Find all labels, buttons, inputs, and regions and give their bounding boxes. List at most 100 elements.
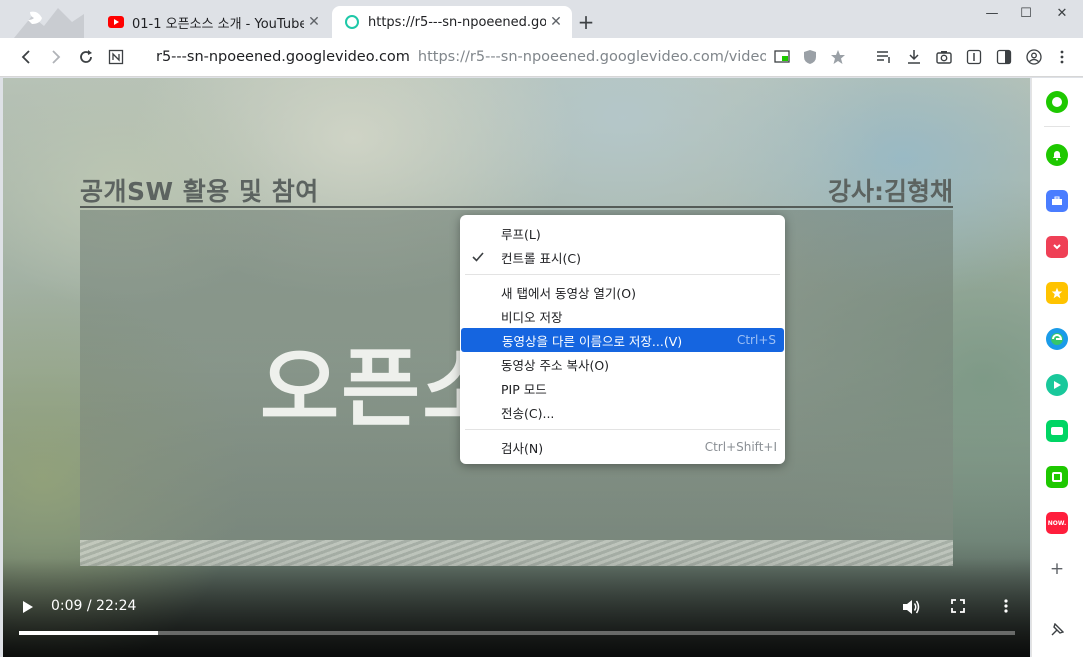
menu-item-label: 비디오 저장 <box>501 309 563 325</box>
menu-item-shortcut: Ctrl+Shift+I <box>704 440 777 454</box>
menu-item-inspect[interactable]: 검사(N) Ctrl+Shift+I <box>460 435 785 459</box>
shield-icon <box>804 50 816 64</box>
plus-icon[interactable]: + <box>1046 558 1068 580</box>
reader-icon <box>966 49 982 65</box>
menu-item-cast[interactable]: 전송(C)... <box>460 400 785 424</box>
naver-icon <box>108 49 124 65</box>
now-icon[interactable]: NOW. <box>1046 512 1068 534</box>
sidebar-divider <box>1044 126 1070 127</box>
pin-icon[interactable] <box>1046 619 1068 641</box>
back-arrow-icon <box>21 50 30 64</box>
progress-bar[interactable] <box>19 631 1015 635</box>
fullscreen-button[interactable] <box>949 597 967 615</box>
controls-overlay <box>3 558 1030 657</box>
menu-item-loop[interactable]: 루프(L) <box>460 221 785 245</box>
sidebar-toggle-button[interactable] <box>992 45 1016 69</box>
pip-icon <box>774 50 790 63</box>
menu-item-shortcut: Ctrl+S <box>736 333 776 347</box>
back-button[interactable] <box>14 45 38 69</box>
forward-arrow-icon <box>52 50 61 64</box>
time-display: 0:09 / 22:24 <box>51 598 137 614</box>
webtoon-icon[interactable] <box>1046 420 1068 442</box>
profile-icon <box>1026 49 1042 65</box>
menu-separator <box>465 274 780 275</box>
green-circle-icon[interactable] <box>1046 91 1068 113</box>
naver-home-button[interactable] <box>104 45 128 69</box>
now-icon-label: NOW. <box>1047 519 1067 527</box>
context-menu: 루프(L) 컨트롤 표시(C) 새 탭에서 동영상 열기(O) 비디오 저장 동… <box>460 215 785 464</box>
menu-item-show-controls[interactable]: 컨트롤 표시(C) <box>460 245 785 269</box>
youtube-icon <box>108 14 124 30</box>
download-icon <box>908 50 920 64</box>
star-icon[interactable] <box>1046 282 1068 304</box>
url-host: r5---sn-npoeened.googlevideo.com <box>156 49 410 65</box>
menu-item-save-video[interactable]: 비디오 저장 <box>460 304 785 328</box>
tab-video[interactable]: https://r5---sn-npoeened.googlevideo.com… <box>332 6 572 38</box>
square-icon[interactable] <box>1046 466 1068 488</box>
tab-youtube[interactable]: 01-1 오픈소스 소개 - YouTube ✕ <box>96 6 330 38</box>
briefcase-icon[interactable] <box>1046 190 1068 212</box>
tab-title: https://r5---sn-npoeened.googlevideo.com… <box>368 14 546 30</box>
menu-item-copy-video-address[interactable]: 동영상 주소 복사(O) <box>460 352 785 376</box>
reload-icon <box>80 50 92 63</box>
checkmark-icon <box>472 252 484 262</box>
profile-button[interactable] <box>1022 45 1046 69</box>
pip-button[interactable] <box>770 45 794 69</box>
download-button[interactable] <box>902 45 926 69</box>
edge-icon[interactable] <box>1046 328 1068 350</box>
new-tab-button[interactable]: + <box>576 10 596 34</box>
more-vert-icon <box>1060 50 1064 64</box>
slide-lecturer: 강사:김형채 <box>828 177 953 206</box>
menu-item-open-in-new-tab[interactable]: 새 탭에서 동영상 열기(O) <box>460 280 785 304</box>
star-icon <box>831 50 845 64</box>
close-icon[interactable]: ✕ <box>304 12 324 32</box>
camera-icon <box>936 51 952 64</box>
tab-strip: 01-1 오픈소스 소개 - YouTube ✕ https://r5---sn… <box>0 0 1083 38</box>
maximize-button[interactable]: ☐ <box>1010 4 1042 24</box>
url-full: https://r5---sn-npoeened.googlevideo.com… <box>417 49 766 65</box>
slide-header: 공개SW 활용 및 참여 강사:김형채 <box>80 172 953 208</box>
menu-item-label: 동영상 주소 복사(O) <box>501 357 610 373</box>
menu-item-pip[interactable]: PIP 모드 <box>460 376 785 400</box>
forward-button[interactable] <box>44 45 68 69</box>
more-vert-icon <box>1004 599 1008 613</box>
menu-item-label: PIP 모드 <box>501 381 547 397</box>
menu-item-save-video-as[interactable]: 동영상을 다른 이름으로 저장...(V) Ctrl+S <box>461 328 784 352</box>
tab-title: 01-1 오픈소스 소개 - YouTube <box>132 16 304 32</box>
sidebar: NOW. + <box>1031 78 1083 657</box>
playlist-icon <box>877 51 890 63</box>
sidebar-icon <box>996 49 1012 65</box>
volume-icon <box>903 600 920 614</box>
play-icon[interactable] <box>1046 374 1068 396</box>
volume-button[interactable] <box>901 597 921 617</box>
pocket-icon[interactable] <box>1046 236 1068 258</box>
player-more-button[interactable] <box>999 597 1013 615</box>
reader-button[interactable] <box>962 45 986 69</box>
menu-button[interactable] <box>1050 45 1074 69</box>
menu-item-label: 컨트롤 표시(C) <box>501 250 581 266</box>
slide-title: 공개SW 활용 및 참여 <box>80 177 319 206</box>
toolbar: r5---sn-npoeened.googlevideo.com https:/… <box>0 38 1083 77</box>
browser-logo <box>14 4 84 38</box>
capture-button[interactable] <box>932 45 956 69</box>
close-icon[interactable]: ✕ <box>546 12 566 32</box>
menu-separator <box>465 429 780 430</box>
menu-item-label: 전송(C)... <box>501 405 555 421</box>
bookmark-button[interactable] <box>826 45 850 69</box>
menu-item-label: 검사(N) <box>501 440 544 456</box>
bell-icon[interactable] <box>1046 144 1068 166</box>
menu-item-label: 새 탭에서 동영상 열기(O) <box>501 285 637 301</box>
shield-button[interactable] <box>798 45 822 69</box>
playlist-button[interactable] <box>872 45 896 69</box>
progress-fill <box>19 631 159 635</box>
play-icon <box>23 601 33 613</box>
address-bar[interactable]: r5---sn-npoeened.googlevideo.com https:/… <box>148 44 766 70</box>
play-button[interactable] <box>19 598 37 616</box>
reload-button[interactable] <box>74 45 98 69</box>
minimize-button[interactable]: — <box>976 4 1008 24</box>
menu-item-label: 동영상을 다른 이름으로 저장...(V) <box>502 333 683 349</box>
fullscreen-icon <box>951 599 965 613</box>
menu-item-label: 루프(L) <box>501 226 541 242</box>
window-close-button[interactable]: ✕ <box>1046 4 1078 24</box>
loading-icon <box>344 14 360 30</box>
